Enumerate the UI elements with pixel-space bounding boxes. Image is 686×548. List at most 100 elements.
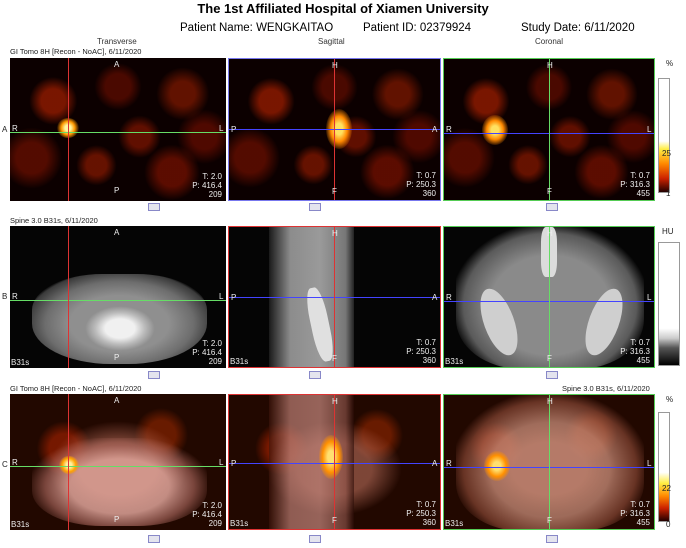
orient-head: H bbox=[332, 397, 338, 406]
crosshair-vertical bbox=[68, 58, 69, 201]
readout: T: 0.7 P: 250.3 360 bbox=[406, 171, 436, 198]
orient-anterior: A bbox=[114, 396, 120, 405]
orient-anterior: A bbox=[432, 459, 438, 468]
patient-name: Patient Name: WENGKAITAO bbox=[180, 22, 334, 34]
uptake-focus bbox=[59, 456, 79, 474]
orient-foot: F bbox=[332, 516, 337, 525]
scale-min: 0 bbox=[666, 520, 671, 529]
orient-left: L bbox=[647, 293, 652, 302]
orient-right: R bbox=[12, 458, 18, 467]
orient-anterior: A bbox=[432, 293, 438, 302]
crosshair-vertical bbox=[549, 59, 550, 200]
scale-unit: HU bbox=[662, 227, 674, 236]
orient-right: R bbox=[12, 292, 18, 301]
scale-bar bbox=[658, 242, 680, 366]
transverse-scroll-handle[interactable] bbox=[148, 203, 160, 211]
readout: T: 0.7 P: 316.3 455 bbox=[620, 171, 650, 198]
view-header-sagittal: Sagittal bbox=[318, 37, 345, 46]
orient-right: R bbox=[12, 124, 18, 133]
ct-kernel: B31s bbox=[445, 357, 464, 366]
scale-bar bbox=[658, 78, 670, 193]
scale-unit: % bbox=[666, 59, 674, 68]
scale-unit: % bbox=[666, 395, 674, 404]
scale-value: 25 bbox=[662, 149, 671, 158]
ct-coronal-panel[interactable]: H F R L B31s T: 0.7 P: 316.3 455 bbox=[443, 226, 655, 368]
row-c-letter: C bbox=[2, 460, 8, 469]
crosshair-vertical bbox=[549, 227, 550, 367]
transverse-scroll-handle[interactable] bbox=[148, 535, 160, 543]
fusion-transverse-panel[interactable]: A P R L B31s T: 2.0 P: 416.4 209 bbox=[10, 394, 226, 530]
orient-foot: F bbox=[332, 354, 337, 363]
orient-right: R bbox=[446, 293, 452, 302]
orient-posterior: P bbox=[231, 459, 237, 468]
orient-anterior: A bbox=[432, 125, 438, 134]
coronal-scroll-handle[interactable] bbox=[546, 203, 558, 211]
ct-kernel: B31s bbox=[230, 519, 249, 528]
scale-min: 1 bbox=[666, 189, 671, 198]
crosshair-vertical bbox=[68, 226, 69, 368]
pet-color-scale-c: % 22 0 bbox=[656, 394, 680, 530]
coronal-scroll-handle[interactable] bbox=[546, 371, 558, 379]
ct-gray-scale-b: HU bbox=[656, 226, 680, 368]
fusion-sagittal-panel[interactable]: H F P A B31s T: 0.7 P: 250.3 360 bbox=[228, 394, 441, 530]
view-header-transverse: Transverse bbox=[97, 37, 137, 46]
uptake-focus bbox=[319, 435, 343, 479]
sagittal-scroll-handle[interactable] bbox=[309, 535, 321, 543]
orient-left: L bbox=[219, 124, 224, 133]
ct-transverse-panel[interactable]: A P R L B31s T: 2.0 P: 416.4 209 bbox=[10, 226, 226, 368]
row-c-series-label-right: Spine 3.0 B31s, 6/11/2020 bbox=[562, 384, 650, 393]
ct-kernel: B31s bbox=[445, 519, 464, 528]
row-a-letter: A bbox=[2, 125, 8, 134]
orient-left: L bbox=[647, 459, 652, 468]
uptake-focus bbox=[484, 451, 510, 481]
fusion-coronal-panel[interactable]: H F R L B31s T: 0.7 P: 316.3 455 bbox=[443, 394, 655, 530]
orient-posterior: P bbox=[114, 353, 120, 362]
crosshair-vertical bbox=[549, 395, 550, 529]
pelvic-bone bbox=[85, 306, 155, 351]
readout: T: 2.0 P: 416.4 209 bbox=[192, 339, 222, 366]
ct-kernel: B31s bbox=[11, 358, 30, 367]
row-a-series-label: GI Tomo 8H [Recon - NoAC], 6/11/2020 bbox=[10, 47, 142, 56]
orient-head: H bbox=[547, 229, 553, 238]
report-title: The 1st Affiliated Hospital of Xiamen Un… bbox=[197, 1, 489, 16]
crosshair-vertical bbox=[334, 227, 335, 367]
orient-foot: F bbox=[547, 516, 552, 525]
orient-posterior: P bbox=[114, 186, 120, 195]
orient-posterior: P bbox=[114, 515, 120, 524]
ct-kernel: B31s bbox=[230, 357, 249, 366]
sagittal-scroll-handle[interactable] bbox=[309, 203, 321, 211]
pet-sagittal-panel[interactable]: H F P A T: 0.7 P: 250.3 360 bbox=[228, 58, 441, 201]
sagittal-scroll-handle[interactable] bbox=[309, 371, 321, 379]
scale-bar bbox=[658, 412, 670, 522]
orient-anterior: A bbox=[114, 228, 120, 237]
orient-posterior: P bbox=[231, 293, 237, 302]
body-outline bbox=[32, 438, 207, 526]
ct-kernel: B31s bbox=[11, 520, 30, 529]
pet-transverse-panel[interactable]: A P R L T: 2.0 P: 416.4 209 bbox=[10, 58, 226, 201]
orient-left: L bbox=[647, 125, 652, 134]
orient-head: H bbox=[547, 61, 553, 70]
orient-posterior: P bbox=[231, 125, 237, 134]
patient-id: Patient ID: 02379924 bbox=[363, 22, 472, 34]
readout: T: 0.7 P: 316.3 455 bbox=[620, 338, 650, 365]
coronal-scroll-handle[interactable] bbox=[546, 535, 558, 543]
crosshair-vertical bbox=[334, 59, 335, 200]
ct-sagittal-panel[interactable]: H F P A B31s T: 0.7 P: 250.3 360 bbox=[228, 226, 441, 368]
readout: T: 0.7 P: 250.3 360 bbox=[406, 500, 436, 527]
row-c-series-label-left: GI Tomo 8H [Recon - NoAC], 6/11/2020 bbox=[10, 384, 142, 393]
scale-value: 22 bbox=[662, 484, 671, 493]
transverse-scroll-handle[interactable] bbox=[148, 371, 160, 379]
orient-foot: F bbox=[332, 187, 337, 196]
pet-color-scale-a: % 25 1 bbox=[656, 58, 680, 201]
orient-right: R bbox=[446, 125, 452, 134]
orient-left: L bbox=[219, 458, 224, 467]
orient-foot: F bbox=[547, 187, 552, 196]
pet-coronal-panel[interactable]: H F R L T: 0.7 P: 316.3 455 bbox=[443, 58, 655, 201]
crosshair-horizontal bbox=[10, 466, 226, 467]
row-b-letter: B bbox=[2, 292, 8, 301]
orient-left: L bbox=[219, 292, 224, 301]
readout: T: 0.7 P: 316.3 455 bbox=[620, 500, 650, 527]
crosshair-vertical bbox=[68, 394, 69, 530]
crosshair-vertical bbox=[334, 395, 335, 529]
readout: T: 2.0 P: 416.4 209 bbox=[192, 501, 222, 528]
